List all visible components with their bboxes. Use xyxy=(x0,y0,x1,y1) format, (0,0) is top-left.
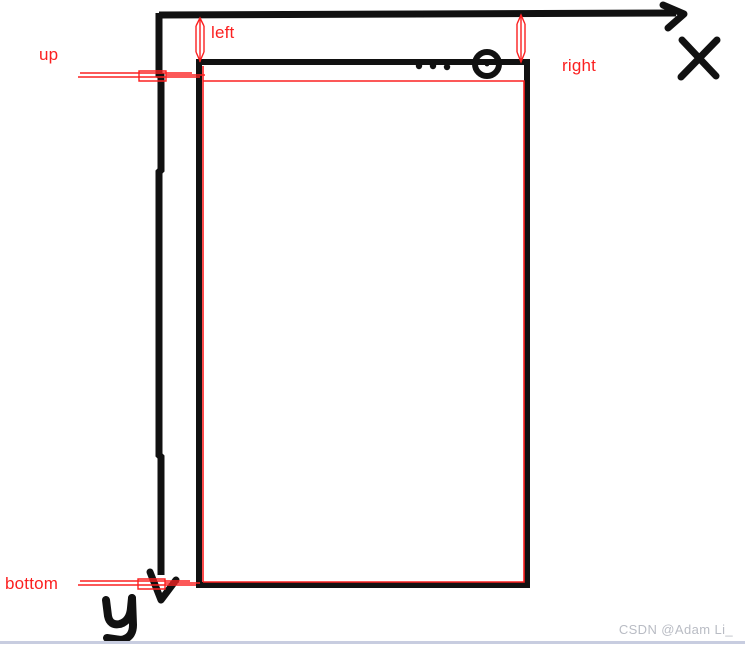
diagram-canvas: up left right bottom CSDN @Adam Li_ xyxy=(0,0,745,645)
annotation-arrow-left xyxy=(195,16,205,63)
annotation-rule-bottom xyxy=(78,578,200,590)
view-content-rect xyxy=(202,66,525,583)
red-annotation-layer xyxy=(78,13,526,590)
annotation-label-right: right xyxy=(562,56,597,75)
annotation-label-bottom: bottom xyxy=(5,574,59,593)
annotation-label-left: left xyxy=(211,23,235,42)
csdn-watermark: CSDN @Adam Li_ xyxy=(618,622,733,637)
annotation-arrow-right xyxy=(516,13,526,64)
bottom-divider xyxy=(0,641,745,644)
annotation-rule-up xyxy=(78,70,205,82)
annotation-label-up: up xyxy=(39,45,59,64)
